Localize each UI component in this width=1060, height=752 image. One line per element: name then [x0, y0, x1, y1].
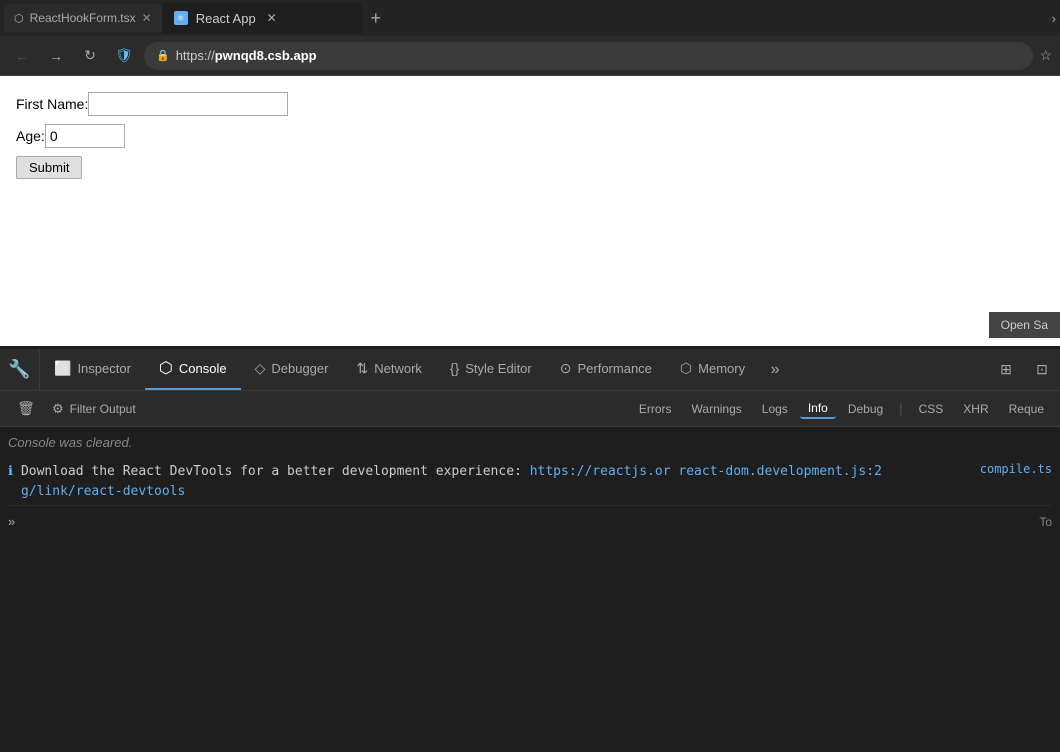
console-cleared-message: Console was cleared.: [8, 431, 1052, 454]
devtools-logo[interactable]: 🔧: [0, 349, 40, 391]
inspector-icon: ⬜: [54, 360, 71, 377]
devtools-dock-button[interactable]: ⊡: [1024, 352, 1060, 388]
devtools-panel: 🔧 ⬜ Inspector ⬡ Console ◇ Debugger ⇅ Net…: [0, 346, 1060, 533]
inspector-label: Inspector: [77, 361, 130, 376]
submit-button[interactable]: Submit: [16, 156, 82, 179]
tab-inspector[interactable]: ⬜ Inspector: [40, 349, 145, 391]
network-icon: ⇅: [356, 360, 368, 377]
filter-warnings[interactable]: Warnings: [684, 400, 750, 418]
reload-button[interactable]: ↻: [76, 42, 104, 70]
lock-icon: 🔒: [156, 49, 170, 62]
message-prefix: Download the React DevTools for a better…: [21, 464, 530, 479]
forward-button[interactable]: →: [42, 42, 70, 70]
console-message-text: Download the React DevTools for a better…: [21, 462, 882, 501]
performance-icon: ⊙: [560, 360, 572, 377]
age-input[interactable]: [45, 124, 125, 148]
inactive-tab-icon: ⬡: [14, 12, 24, 25]
console-output: Console was cleared. ℹ Download the Reac…: [0, 427, 1060, 510]
style-editor-label: Style Editor: [465, 361, 531, 376]
console-label: Console: [179, 361, 227, 376]
filter-output-button[interactable]: ⚙ Filter Output: [52, 401, 136, 417]
devtools-responsive-button[interactable]: ⊞: [988, 352, 1024, 388]
memory-label: Memory: [698, 361, 745, 376]
filter-info[interactable]: Info: [800, 399, 836, 419]
filter-xhr[interactable]: XHR: [955, 400, 996, 418]
tab-chevron[interactable]: ›: [1052, 11, 1056, 26]
url-text: https://pwnqd8.csb.app: [176, 48, 317, 63]
back-button[interactable]: ←: [8, 42, 36, 70]
clear-console-button[interactable]: 🗑: [8, 391, 44, 427]
filter-icon: ⚙: [52, 401, 64, 417]
info-icon: ℹ: [8, 463, 13, 479]
first-name-input[interactable]: [88, 92, 288, 116]
active-tab[interactable]: ⚛ React App ✕: [162, 2, 362, 34]
tab-performance[interactable]: ⊙ Performance: [546, 349, 666, 391]
expand-chevron[interactable]: »: [8, 514, 15, 529]
new-tab-button[interactable]: +: [362, 4, 390, 32]
inactive-tab-label: ReactHookForm.tsx: [30, 11, 136, 25]
first-name-row: First Name:: [16, 92, 1044, 116]
open-sandbox-button[interactable]: Open Sa: [989, 312, 1060, 338]
console-message-devtools: ℹ Download the React DevTools for a bett…: [8, 458, 1052, 506]
filter-logs[interactable]: Logs: [754, 400, 796, 418]
devtools-more-button[interactable]: »: [759, 349, 791, 391]
network-label: Network: [374, 361, 422, 376]
filter-output-label: Filter Output: [70, 402, 136, 416]
tab-memory[interactable]: ⬡ Memory: [666, 349, 759, 391]
active-tab-close[interactable]: ✕: [264, 10, 280, 26]
memory-icon: ⬡: [680, 360, 692, 377]
url-bar[interactable]: 🔒 https://pwnqd8.csb.app: [144, 42, 1033, 70]
bottom-right-text: To: [1039, 515, 1052, 529]
url-host: pwnqd8.csb.app: [215, 48, 317, 63]
shield-icon: 🛡: [110, 42, 138, 70]
age-label: Age:: [16, 128, 45, 144]
react-dom-link[interactable]: react-dom.development.js:2: [678, 464, 882, 479]
address-bar: ← → ↻ 🛡 🔒 https://pwnqd8.csb.app ☆: [0, 36, 1060, 76]
bookmark-button[interactable]: ☆: [1039, 47, 1052, 64]
debugger-label: Debugger: [271, 361, 328, 376]
filter-css[interactable]: CSS: [911, 400, 952, 418]
inactive-tab[interactable]: ⬡ ReactHookForm.tsx ✕: [4, 4, 162, 32]
tab-favicon: ⚛: [174, 11, 188, 25]
console-source-link[interactable]: compile.ts: [980, 462, 1052, 476]
style-editor-icon: {}: [450, 360, 459, 376]
age-row: Age:: [16, 124, 1044, 148]
tab-network[interactable]: ⇅ Network: [342, 349, 435, 391]
tab-style-editor[interactable]: {} Style Editor: [436, 349, 546, 391]
active-tab-label: React App: [196, 11, 256, 26]
devtools-toolbar: 🔧 ⬜ Inspector ⬡ Console ◇ Debugger ⇅ Net…: [0, 349, 1060, 391]
filter-debug[interactable]: Debug: [840, 400, 891, 418]
inactive-tab-close[interactable]: ✕: [142, 11, 152, 25]
debugger-icon: ◇: [255, 360, 266, 377]
react-devtools-link2[interactable]: g/link/react-devtools: [21, 484, 185, 499]
console-icon: ⬡: [159, 358, 173, 378]
tab-debugger[interactable]: ◇ Debugger: [241, 349, 343, 391]
tab-console[interactable]: ⬡ Console: [145, 349, 241, 391]
react-devtools-link1[interactable]: https://reactjs.or: [530, 464, 671, 479]
devtools-logo-icon: 🔧: [8, 359, 30, 380]
performance-label: Performance: [577, 361, 651, 376]
console-filter-tabs: Errors Warnings Logs Info Debug | CSS XH…: [631, 399, 1052, 419]
console-toolbar: 🗑 ⚙ Filter Output Errors Warnings Logs I…: [0, 391, 1060, 427]
filter-requests[interactable]: Reque: [1001, 400, 1052, 418]
first-name-label: First Name:: [16, 96, 88, 112]
submit-row: Submit: [16, 156, 1044, 179]
console-bottom-bar: » To: [0, 510, 1060, 533]
browser-chrome: ⬡ ReactHookForm.tsx ✕ ⚛ React App ✕ + › …: [0, 0, 1060, 76]
tab-bar: ⬡ ReactHookForm.tsx ✕ ⚛ React App ✕ + ›: [0, 0, 1060, 36]
url-scheme: https://: [176, 48, 215, 63]
filter-errors[interactable]: Errors: [631, 400, 680, 418]
webpage-content: First Name: Age: Submit Open Sa: [0, 76, 1060, 346]
devtools-actions: ⊞ ⊡: [988, 352, 1060, 388]
